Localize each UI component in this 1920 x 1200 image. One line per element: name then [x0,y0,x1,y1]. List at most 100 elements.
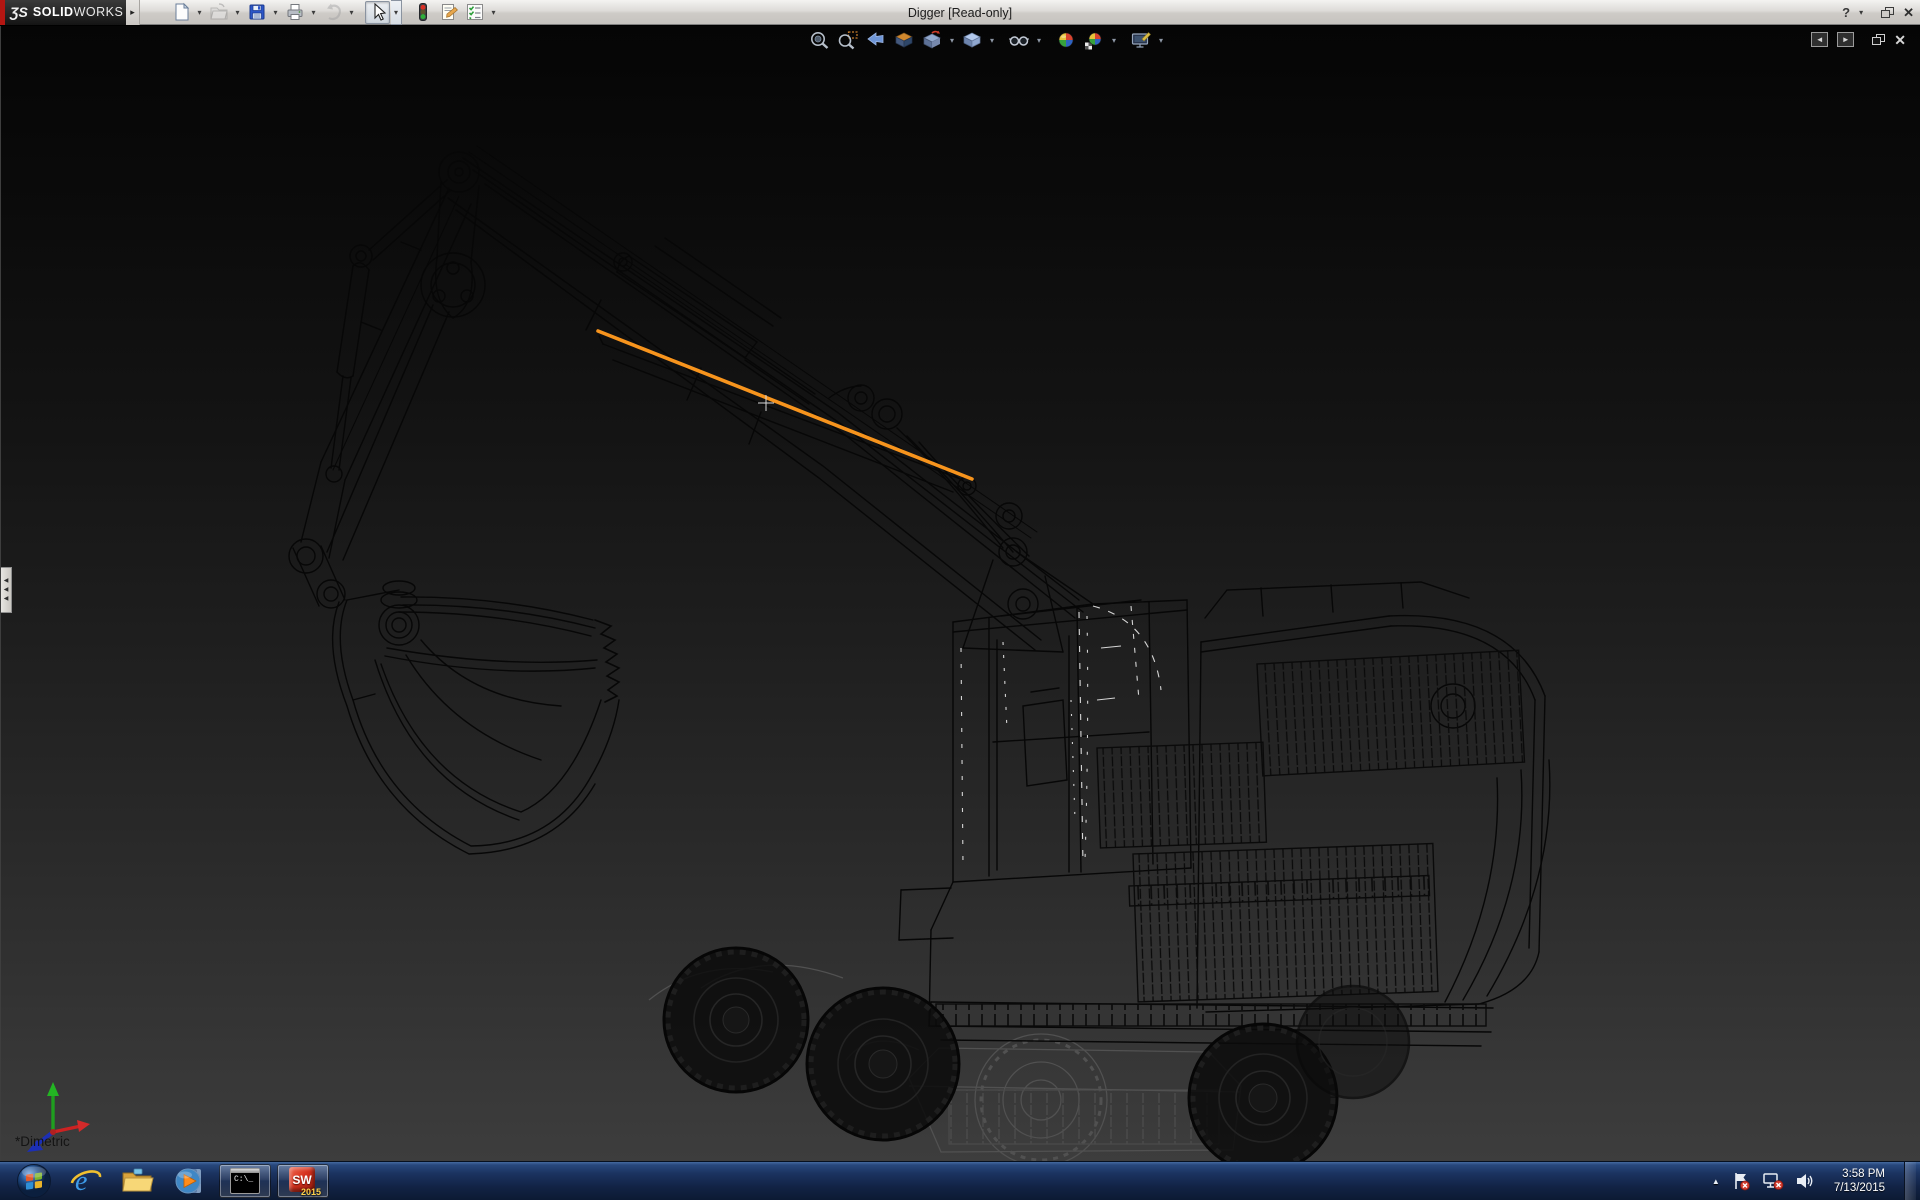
help-dropdown[interactable]: ▾ [1859,8,1863,17]
folder-icon [121,1167,155,1195]
taskbar-clock[interactable]: 3:58 PM 7/13/2015 [1826,1167,1893,1195]
new-document-icon [171,2,191,22]
solidworks-window: ƷS SOLIDWORKS ▸ ▾ ▾ [0,0,1920,1200]
sw-cube-letters: SW [292,1173,311,1187]
section-view-icon [893,30,915,50]
zoom-to-area-icon [837,30,859,50]
apply-scene-dropdown[interactable]: ▾ [1109,29,1119,51]
options-checklist-icon [465,2,485,22]
apply-scene-button[interactable] [1081,29,1107,51]
taskbar-item-command-prompt[interactable]: C:\_ [219,1164,271,1198]
traffic-light-icon [413,2,433,22]
menu-flyout-arrow-icon[interactable]: ▸ [126,0,140,25]
pane-arrow-right-icon[interactable]: ► [1837,32,1854,47]
solidworks-logo: ƷS SOLIDWORKS [0,0,126,25]
brand-name-light: WORKS [74,5,124,19]
doc-close-button[interactable]: ✕ [1894,33,1906,47]
solidworks-app-icon: SW 2015 [288,1167,318,1195]
undo-dropdown[interactable]: ▾ [346,1,357,24]
file-properties-button[interactable] [436,1,461,24]
excavator-wireframe [289,146,1550,1046]
options-dropdown[interactable]: ▾ [488,1,499,24]
featuremanager-collapsed-tab[interactable]: ◀ ◀ ◀ [1,567,12,613]
open-dropdown[interactable]: ▾ [232,1,243,24]
digger-wireframe-model[interactable] [1,26,1920,1161]
new-dropdown[interactable]: ▾ [194,1,205,24]
view-orientation-label: *Dimetric [15,1134,70,1149]
edit-appearance-button[interactable] [1053,29,1079,51]
document-window-controls: ◄ ► ✕ [1811,32,1906,47]
appearance-ball-icon [1055,30,1077,50]
show-desktop-button[interactable] [1904,1162,1916,1200]
zoom-to-fit-button[interactable] [807,29,833,51]
open-folder-icon [209,2,229,22]
print-button[interactable] [282,1,307,24]
taskbar-item-windows-explorer[interactable] [112,1162,164,1200]
cmd-prompt-text: C:\_ [234,1175,253,1184]
taskbar-item-media-player[interactable] [164,1162,216,1200]
view-orientation-dropdown[interactable]: ▾ [947,29,957,51]
view-orientation-icon [921,30,943,50]
pane-arrow-left-icon[interactable]: ◄ [1811,32,1828,47]
view-orientation-button[interactable] [919,29,945,51]
section-view-button[interactable] [891,29,917,51]
view-settings-button[interactable] [1128,29,1154,51]
network-disconnected-icon[interactable] [1762,1171,1784,1191]
main-toolbar: ▾ ▾ ▾ [168,0,499,25]
taskbar-item-solidworks[interactable]: SW 2015 [277,1164,329,1198]
zoom-to-area-button[interactable] [835,29,861,51]
internet-explorer-icon: e [70,1166,102,1196]
hidden-icons-chevron[interactable]: ▲ [1712,1177,1720,1186]
taskbar-item-internet-explorer[interactable]: e [60,1162,112,1200]
crosshair-cursor-icon [758,395,774,411]
view-settings-icon [1130,30,1152,50]
titlebar-controls: ? ▾ ✕ [1842,0,1914,25]
save-dropdown[interactable]: ▾ [270,1,281,24]
brand-name-bold: SOLID [33,5,74,19]
select-dropdown[interactable]: ▾ [391,0,402,25]
doc-restore-button[interactable] [1872,34,1885,45]
zoom-to-fit-icon [809,30,831,50]
save-button[interactable] [244,1,269,24]
open-button[interactable] [206,1,231,24]
rebuild-button[interactable] [410,1,435,24]
new-button[interactable] [168,1,193,24]
hide-show-items-dropdown[interactable]: ▾ [1034,29,1044,51]
action-center-flag-icon[interactable] [1731,1171,1751,1191]
restore-button[interactable] [1881,7,1894,18]
selected-edge[interactable] [598,331,972,479]
hide-show-items-button[interactable] [1006,29,1032,51]
apply-scene-icon [1083,30,1105,50]
print-dropdown[interactable]: ▾ [308,1,319,24]
display-style-dropdown[interactable]: ▾ [987,29,997,51]
select-cursor-icon [368,2,388,22]
command-prompt-icon: C:\_ [230,1168,260,1194]
brand-accent [0,0,5,25]
previous-view-arrow-icon [865,30,887,50]
display-style-button[interactable] [959,29,985,51]
titlebar: ƷS SOLIDWORKS ▸ ▾ ▾ [0,0,1920,25]
select-button[interactable] [365,1,390,24]
close-button[interactable]: ✕ [1903,5,1914,21]
print-icon [285,2,305,22]
windows-taskbar: e C:\_ [0,1161,1920,1200]
clock-time: 3:58 PM [1834,1167,1885,1181]
volume-icon[interactable] [1795,1171,1815,1191]
graphics-viewport[interactable]: ▾ ▾ ▾ [0,26,1920,1161]
help-button[interactable]: ? [1842,5,1850,20]
system-tray: ▲ 3:58 PM 7/13/2015 [1712,1162,1920,1200]
eyeglasses-icon [1008,30,1030,50]
start-button[interactable] [8,1162,60,1200]
file-properties-icon [439,2,459,22]
options-button[interactable] [462,1,487,24]
previous-view-button[interactable] [863,29,889,51]
3ds-logo-icon: ƷS [10,4,28,20]
sw-year-badge: 2015 [301,1187,321,1197]
headsup-view-toolbar: ▾ ▾ ▾ [807,28,1166,52]
expand-arrow-icon: ◀ [4,587,9,593]
view-settings-dropdown[interactable]: ▾ [1156,29,1166,51]
undo-button[interactable] [320,1,345,24]
display-style-cube-icon [961,30,983,50]
clock-date: 7/13/2015 [1834,1181,1885,1195]
media-player-icon [174,1166,206,1196]
